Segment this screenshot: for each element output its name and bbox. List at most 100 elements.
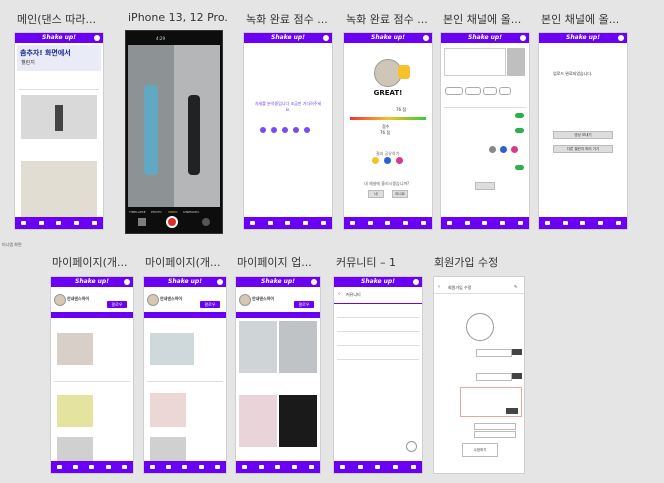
- home-icon[interactable]: [241, 465, 247, 469]
- video-thumbnail[interactable]: [279, 321, 317, 373]
- community-icon[interactable]: [403, 221, 409, 225]
- video-thumbnail[interactable]: [21, 95, 97, 139]
- password-input[interactable]: [474, 423, 516, 430]
- instagram-icon[interactable]: [511, 146, 518, 153]
- toggle-switch[interactable]: [515, 113, 524, 118]
- profile-icon[interactable]: [217, 279, 223, 285]
- frame-title-camera[interactable]: iPhone 13, 12 Pro...: [128, 11, 228, 24]
- check-id-button[interactable]: [512, 373, 522, 379]
- community-icon[interactable]: [292, 465, 298, 469]
- search-icon[interactable]: [275, 465, 281, 469]
- frame-title-result[interactable]: 녹화 완료 점수 ...: [346, 11, 446, 27]
- video-thumbnail[interactable]: [279, 395, 317, 447]
- home-icon[interactable]: [149, 465, 155, 469]
- mode-timelapse[interactable]: TIMELAPSE: [129, 210, 146, 214]
- video-thumbnail[interactable]: [57, 395, 93, 427]
- home-icon[interactable]: [340, 465, 346, 469]
- challenge-icon[interactable]: [73, 465, 79, 469]
- home-icon[interactable]: [447, 221, 453, 225]
- instagram-icon[interactable]: [396, 157, 403, 164]
- profile-icon[interactable]: [423, 35, 429, 41]
- profile-icon[interactable]: [323, 35, 329, 41]
- video-thumbnail[interactable]: [57, 333, 93, 365]
- video-thumbnail[interactable]: [150, 333, 194, 365]
- profile-icon[interactable]: [94, 35, 100, 41]
- tag-chip[interactable]: [499, 87, 511, 95]
- search-icon[interactable]: [285, 221, 291, 225]
- tag-chip[interactable]: [445, 87, 463, 95]
- home-icon[interactable]: [56, 465, 62, 469]
- user-icon[interactable]: [215, 465, 221, 469]
- user-icon[interactable]: [320, 221, 326, 225]
- toggle-switch[interactable]: [515, 128, 524, 133]
- other-challenge-button[interactable]: 다른 챌린지 하러 가기: [553, 145, 613, 153]
- gallery-thumbnail[interactable]: [138, 218, 146, 226]
- back-icon[interactable]: ‹: [338, 291, 340, 297]
- flip-camera-icon[interactable]: [202, 218, 210, 226]
- video-thumbnail[interactable]: [21, 161, 97, 219]
- profile-tabs[interactable]: [144, 312, 226, 318]
- back-icon[interactable]: ‹: [438, 284, 440, 290]
- user-icon[interactable]: [91, 221, 97, 225]
- search-icon[interactable]: [375, 465, 381, 469]
- profile-tabs[interactable]: [51, 312, 133, 318]
- challenge-icon[interactable]: [258, 465, 264, 469]
- challenge-icon[interactable]: [357, 465, 363, 469]
- search-icon[interactable]: [182, 465, 188, 469]
- user-icon[interactable]: [309, 465, 315, 469]
- profile-icon[interactable]: [311, 279, 317, 285]
- community-icon[interactable]: [303, 221, 309, 225]
- yes-button[interactable]: 네: [368, 190, 384, 198]
- user-icon[interactable]: [615, 221, 621, 225]
- frame-title-mypage-1[interactable]: 마이페이지(개...: [52, 254, 142, 270]
- profile-icon[interactable]: [618, 35, 624, 41]
- frame-title-upload-1[interactable]: 본인 채널에 올...: [443, 11, 538, 27]
- id-input[interactable]: [476, 373, 512, 381]
- search-icon[interactable]: [482, 221, 488, 225]
- facebook-icon[interactable]: [384, 157, 391, 164]
- follow-button[interactable]: 팔로우: [294, 301, 314, 308]
- home-icon[interactable]: [250, 221, 256, 225]
- home-icon[interactable]: [21, 221, 27, 225]
- frame-title-main[interactable]: 메인(댄스 따라...: [17, 11, 117, 27]
- video-thumbnail[interactable]: [57, 437, 93, 461]
- check-duplicate-button[interactable]: [512, 349, 522, 355]
- frame-title-signup[interactable]: 회원가입 수정: [434, 254, 534, 270]
- challenge-icon[interactable]: [464, 221, 470, 225]
- follow-button[interactable]: 팔로우: [200, 301, 220, 308]
- frame-title-mypage-upload[interactable]: 마이페이지 업...: [237, 254, 332, 270]
- frame-title-upload-2[interactable]: 본인 채널에 올...: [541, 11, 636, 27]
- community-icon[interactable]: [500, 221, 506, 225]
- avatar-placeholder[interactable]: [466, 313, 494, 341]
- no-button[interactable]: 아니요: [392, 190, 408, 198]
- profile-tabs[interactable]: [236, 312, 320, 318]
- share-icon[interactable]: [489, 146, 496, 153]
- video-thumbnail[interactable]: [150, 437, 186, 461]
- profile-icon[interactable]: [520, 35, 526, 41]
- home-icon[interactable]: [350, 221, 356, 225]
- video-thumbnail[interactable]: [239, 395, 277, 447]
- tag-chip[interactable]: [483, 87, 497, 95]
- caption-input[interactable]: [444, 48, 506, 76]
- community-icon[interactable]: [598, 221, 604, 225]
- edit-icon[interactable]: ✎: [514, 284, 517, 289]
- banner[interactable]: 춤추자! 화면에서 챌린지: [17, 45, 101, 71]
- frame-title-analyzing[interactable]: 녹화 완료 점수 ...: [246, 11, 346, 27]
- upload-button[interactable]: [475, 182, 495, 190]
- follow-button[interactable]: 팔로우: [107, 301, 127, 308]
- challenge-icon[interactable]: [166, 465, 172, 469]
- mode-video[interactable]: VIDEO: [168, 210, 178, 214]
- video-thumbnail[interactable]: [150, 393, 186, 427]
- community-icon[interactable]: [393, 465, 399, 469]
- challenge-icon[interactable]: [38, 221, 44, 225]
- send-video-button[interactable]: 영상 보내기: [553, 131, 613, 139]
- search-icon[interactable]: [56, 221, 62, 225]
- password-confirm-input[interactable]: [474, 431, 516, 438]
- facebook-icon[interactable]: [500, 146, 507, 153]
- user-icon[interactable]: [517, 221, 523, 225]
- community-icon[interactable]: [74, 221, 80, 225]
- user-icon[interactable]: [122, 465, 128, 469]
- profile-icon[interactable]: [124, 279, 130, 285]
- frame-title-mypage-2[interactable]: 마이페이지(개...: [145, 254, 235, 270]
- record-button[interactable]: [166, 216, 178, 228]
